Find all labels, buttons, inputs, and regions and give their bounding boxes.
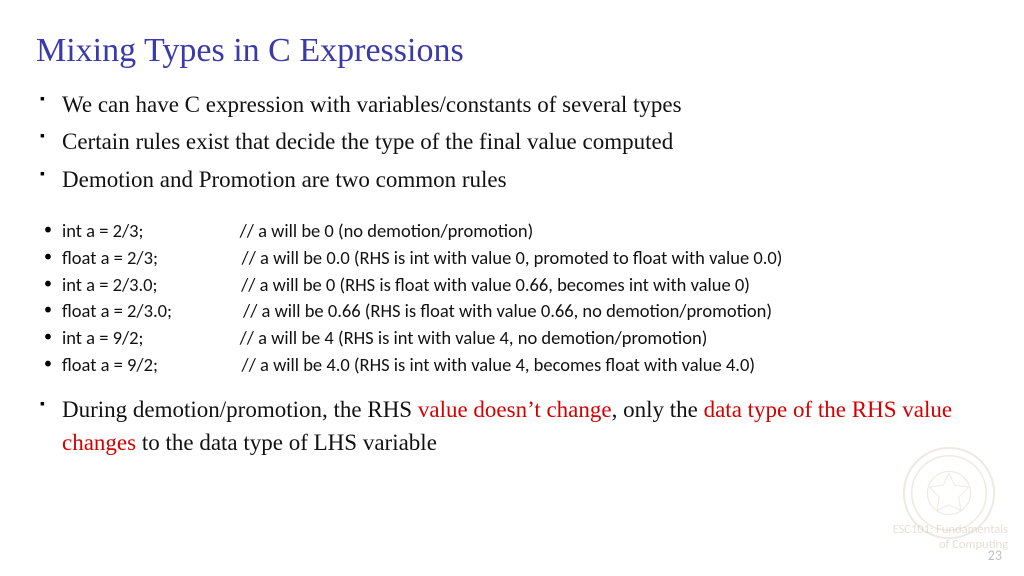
text-run: During demotion/promotion, the RHS [62,397,418,422]
page-number: 23 [988,547,1002,564]
list-item: int a = 9/2; // a will be 4 (RHS is int … [62,325,988,352]
list-item: Demotion and Promotion are two common ru… [62,163,988,196]
list-item: float a = 2/3; // a will be 0.0 (RHS is … [62,245,988,272]
text-run: , only the [612,397,704,422]
list-item: float a = 2/3.0; // a will be 0.66 (RHS … [62,298,988,325]
list-item: int a = 2/3; // a will be 0 (no demotion… [62,218,988,245]
list-item: During demotion/promotion, the RHS value… [62,393,988,460]
slide: Mixing Types in C Expressions We can hav… [0,0,1024,576]
text-run: ESC101: Fundamentals [893,522,1008,537]
highlight-text: value doesn’t change [418,397,612,422]
list-item: float a = 9/2; // a will be 4.0 (RHS is … [62,352,988,379]
closing-bullet-list: During demotion/promotion, the RHS value… [36,393,988,460]
intro-bullet-list: We can have C expression with variables/… [36,88,988,196]
list-item: int a = 2/3.0; // a will be 0 (RHS is fl… [62,272,988,299]
text-run: to the data type of LHS variable [136,430,437,455]
code-example-list: int a = 2/3; // a will be 0 (no demotion… [36,218,988,379]
list-item: We can have C expression with variables/… [62,88,988,121]
list-item: Certain rules exist that decide the type… [62,125,988,158]
page-title: Mixing Types in C Expressions [36,32,988,70]
